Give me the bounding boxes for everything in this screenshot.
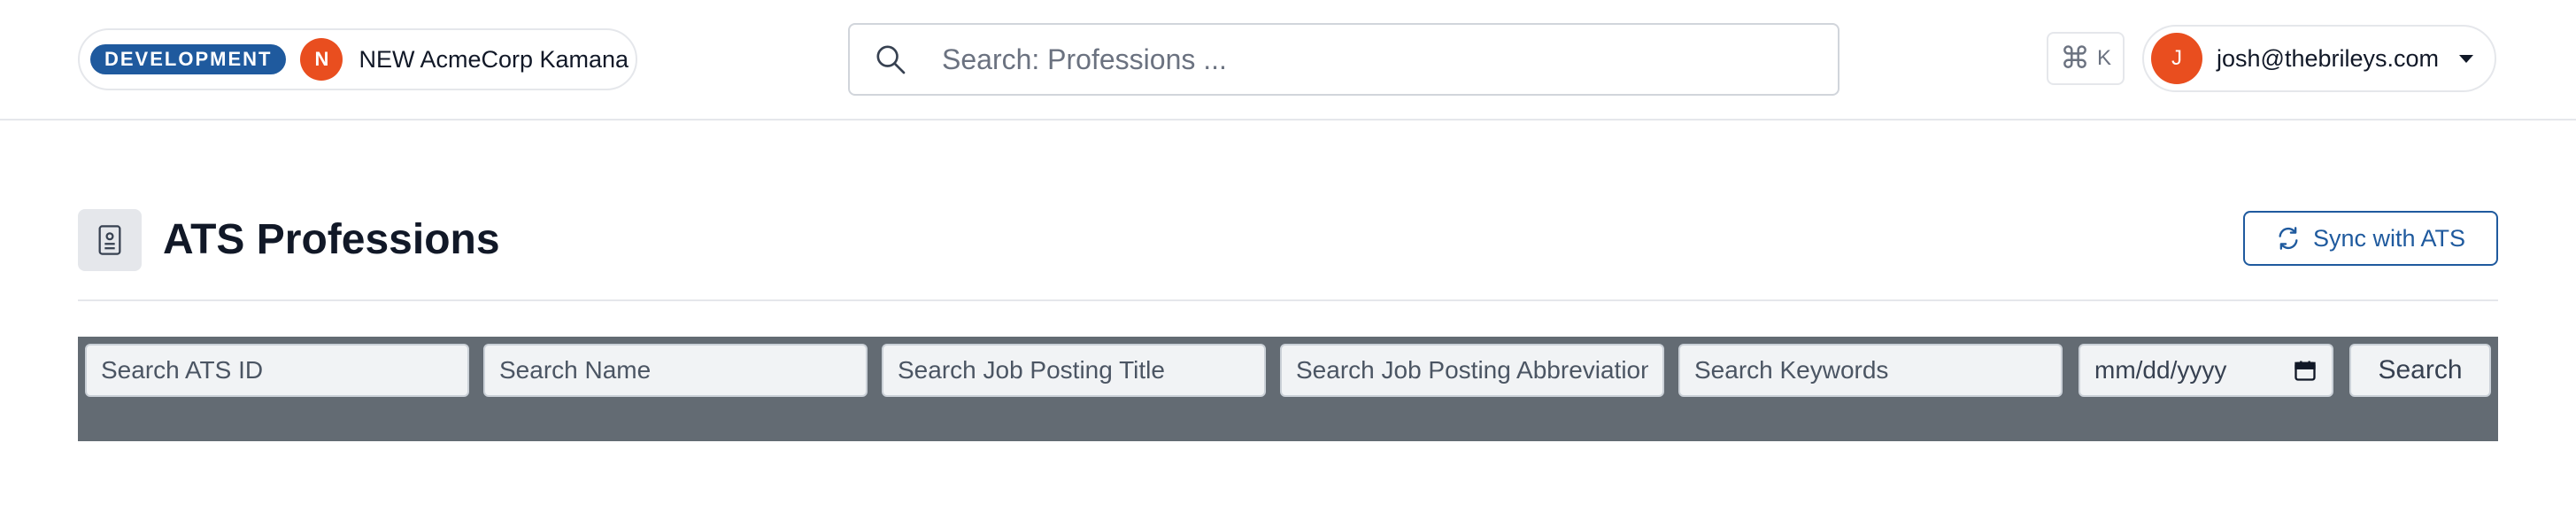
tenant-switcher[interactable]: DEVELOPMENT N NEW AcmeCorp Kamana — [78, 28, 637, 90]
calendar-icon[interactable] — [2293, 358, 2318, 383]
contact-card-icon — [78, 209, 142, 271]
name-filter[interactable] — [483, 344, 868, 397]
shortcut-key: K — [2096, 46, 2111, 70]
avatar: J — [2151, 33, 2202, 84]
refresh-icon — [2279, 227, 2298, 250]
header-divider — [78, 299, 2498, 301]
search-button[interactable]: Search — [2349, 344, 2491, 397]
tenant-name: NEW AcmeCorp Kamana — [359, 45, 629, 73]
environment-badge: DEVELOPMENT — [90, 44, 287, 74]
sync-button-label: Sync with ATS — [2312, 224, 2466, 252]
global-search-input[interactable] — [940, 42, 1740, 77]
command-key-icon: ⌘ — [2059, 42, 2090, 75]
tenant-avatar: N — [300, 38, 343, 81]
date-filter[interactable]: mm/dd/yyyy — [2079, 344, 2333, 397]
global-search[interactable] — [848, 23, 1839, 96]
search-icon — [876, 45, 906, 74]
job-posting-abbreviation-filter[interactable] — [1280, 344, 1664, 397]
ats-id-filter[interactable] — [85, 344, 469, 397]
sync-with-ats-button[interactable]: Sync with ATS — [2243, 211, 2498, 266]
filter-bar: mm/dd/yyyy Search — [78, 337, 2498, 441]
user-email: josh@thebrileys.com — [2217, 44, 2440, 72]
date-placeholder: mm/dd/yyyy — [2094, 356, 2227, 384]
keywords-filter[interactable] — [1678, 344, 2063, 397]
command-palette-shortcut[interactable]: ⌘ K — [2047, 32, 2125, 85]
page-title: ATS Professions — [163, 216, 500, 263]
top-bar: DEVELOPMENT N NEW AcmeCorp Kamana ⌘ K J … — [0, 0, 2576, 120]
chevron-down-icon — [2459, 54, 2473, 63]
job-posting-title-filter[interactable] — [882, 344, 1266, 397]
user-menu[interactable]: J josh@thebrileys.com — [2142, 25, 2496, 92]
